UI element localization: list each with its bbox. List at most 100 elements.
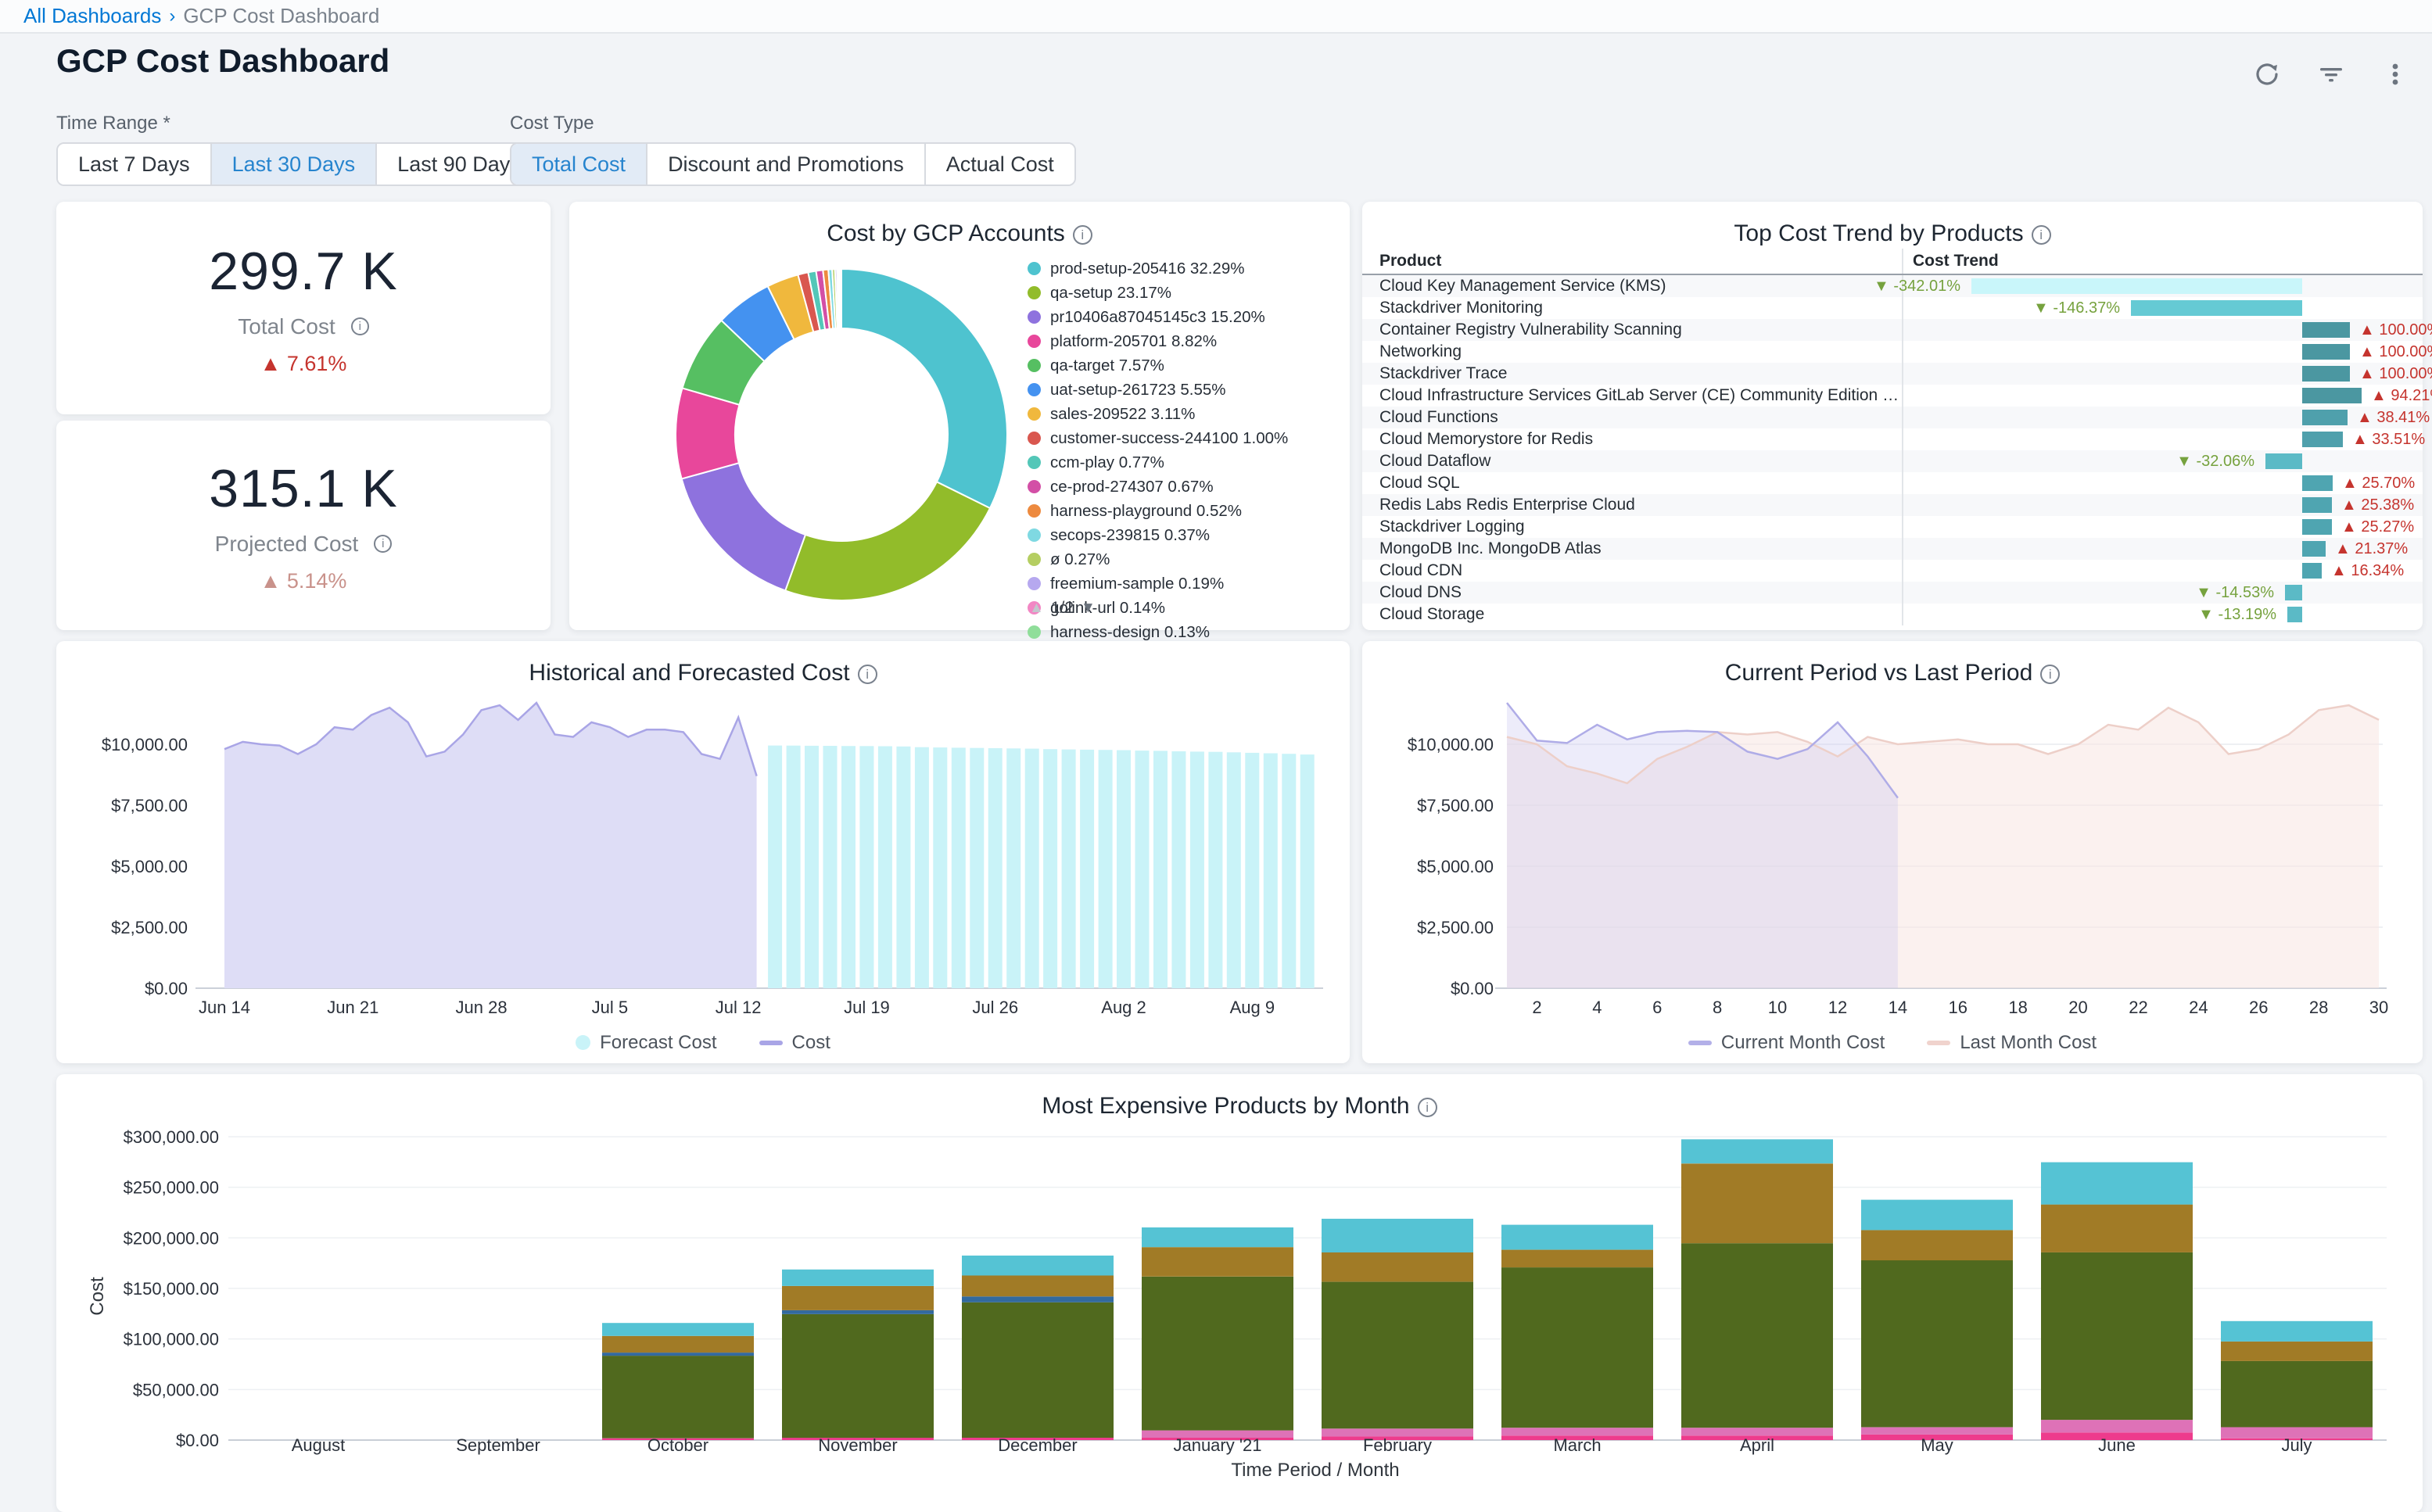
- legend-page-down-icon[interactable]: ▼: [1081, 600, 1096, 617]
- x-axis-tick: 18: [2008, 998, 2027, 1017]
- info-icon[interactable]: i: [2032, 225, 2051, 245]
- stacked-bar-december[interactable]: [962, 1256, 1114, 1440]
- time-range-option-last-7-days[interactable]: Last 7 Days: [58, 144, 212, 185]
- stacked-bar-january-21[interactable]: [1142, 1227, 1293, 1440]
- forecast-bar[interactable]: [1300, 754, 1315, 988]
- stacked-bar-april[interactable]: [1681, 1139, 1833, 1440]
- forecast-bar[interactable]: [896, 747, 910, 988]
- forecast-bar[interactable]: [1006, 748, 1021, 988]
- cost-type-option-actual-cost[interactable]: Actual Cost: [926, 144, 1074, 185]
- forecast-bar[interactable]: [1117, 751, 1131, 989]
- forecast-bar[interactable]: [952, 747, 966, 988]
- bar-segment: [1322, 1282, 1473, 1429]
- forecast-bar[interactable]: [1062, 750, 1076, 988]
- forecast-bar[interactable]: [988, 748, 1003, 988]
- info-icon[interactable]: i: [374, 535, 392, 553]
- legend-page-up-icon[interactable]: ▲: [1029, 600, 1044, 617]
- x-axis-tick: Aug 2: [1101, 998, 1146, 1017]
- legend-item-secops-239815[interactable]: secops-239815 0.37%: [1028, 526, 1340, 544]
- current-vs-last-period-chart: $0.00$2,500.00$5,000.00$7,500.00$10,000.…: [1378, 686, 2407, 1023]
- x-axis-tick: 4: [1592, 998, 1602, 1017]
- stacked-bar-march[interactable]: [1501, 1225, 1653, 1440]
- time-range-option-last-30-days[interactable]: Last 30 Days: [212, 144, 378, 185]
- legend-item-label: ce-prod-274307 0.67%: [1050, 478, 1214, 496]
- refresh-button[interactable]: [2244, 52, 2290, 97]
- info-icon[interactable]: i: [351, 317, 369, 335]
- historical-plot: $0.00$2,500.00$5,000.00$7,500.00$10,000.…: [102, 703, 1323, 1017]
- more-options-button[interactable]: [2373, 52, 2418, 97]
- info-icon[interactable]: i: [1073, 225, 1092, 245]
- donut-slice-pr10406a87045145c3[interactable]: [682, 463, 805, 590]
- legend-item-freemium-sample[interactable]: freemium-sample 0.19%: [1028, 575, 1340, 593]
- legend-item-ccm-play[interactable]: ccm-play 0.77%: [1028, 453, 1340, 471]
- forecast-bar[interactable]: [787, 746, 801, 988]
- stacked-bar-may[interactable]: [1861, 1200, 2013, 1440]
- donut-slice-qa-setup[interactable]: [785, 482, 990, 600]
- stacked-bar-november[interactable]: [782, 1270, 934, 1440]
- filter-button[interactable]: [2308, 52, 2354, 97]
- historical-forecasted-cost-card: Historical and Forecasted Costi $0.00$2,…: [56, 641, 1350, 1063]
- legend-item-ce-prod-274307[interactable]: ce-prod-274307 0.67%: [1028, 478, 1340, 496]
- header-actions: [2244, 52, 2418, 97]
- info-icon[interactable]: i: [858, 665, 877, 684]
- legend-item-pr10406a87045145c3[interactable]: pr10406a87045145c3 15.20%: [1028, 308, 1340, 326]
- legend-current-month-cost[interactable]: Current Month Cost: [1688, 1032, 1885, 1054]
- stacked-bar-june[interactable]: [2041, 1163, 2193, 1440]
- forecast-bar[interactable]: [1282, 754, 1296, 988]
- legend-forecast-cost[interactable]: Forecast Cost: [576, 1032, 716, 1054]
- table-row: Networking▲ 100.00%: [1362, 341, 2423, 363]
- legend-item-customer-success-244100[interactable]: customer-success-244100 1.00%: [1028, 429, 1340, 447]
- forecast-bar[interactable]: [1043, 749, 1057, 988]
- stacked-bar-february[interactable]: [1322, 1219, 1473, 1440]
- legend-item-uat-setup-261723[interactable]: uat-setup-261723 5.55%: [1028, 381, 1340, 399]
- bar-segment: [1681, 1163, 1833, 1243]
- legend-item-ø[interactable]: ø 0.27%: [1028, 550, 1340, 568]
- forecast-bar[interactable]: [1208, 752, 1222, 988]
- forecast-bar[interactable]: [915, 747, 929, 988]
- forecast-bar[interactable]: [805, 746, 819, 988]
- bar-segment: [962, 1302, 1114, 1438]
- forecast-bar[interactable]: [1264, 754, 1278, 989]
- historical-card-title: Historical and Forecasted Costi: [56, 660, 1350, 686]
- forecast-bar[interactable]: [1099, 750, 1113, 988]
- forecast-bar[interactable]: [1245, 753, 1259, 988]
- forecast-bar[interactable]: [1080, 750, 1094, 988]
- legend-item-qa-target[interactable]: qa-target 7.57%: [1028, 357, 1340, 374]
- info-icon[interactable]: i: [2040, 665, 2060, 684]
- forecast-bar[interactable]: [970, 748, 984, 988]
- x-axis-tick: April: [1740, 1435, 1774, 1455]
- forecast-bar[interactable]: [1135, 751, 1150, 988]
- forecast-bar[interactable]: [1025, 749, 1039, 988]
- forecast-bar[interactable]: [768, 746, 782, 988]
- forecast-bar[interactable]: [823, 746, 838, 988]
- forecast-bar[interactable]: [841, 746, 856, 988]
- stacked-bar-july[interactable]: [2221, 1321, 2373, 1440]
- legend-dot-icon: [1028, 407, 1041, 421]
- legend-item-harness-playground[interactable]: harness-playground 0.52%: [1028, 502, 1340, 520]
- bar-segment: [2221, 1361, 2373, 1428]
- legend-cost[interactable]: Cost: [759, 1032, 830, 1054]
- legend-item-harness-design[interactable]: harness-design 0.13%: [1028, 623, 1340, 641]
- legend-line-icon: [1688, 1041, 1712, 1045]
- stacked-bar-october[interactable]: [602, 1323, 754, 1440]
- donut-slice-prod-setup-205416[interactable]: [841, 269, 1007, 508]
- forecast-bar[interactable]: [878, 747, 892, 989]
- forecast-bar[interactable]: [1171, 751, 1186, 988]
- legend-item-qa-setup[interactable]: qa-setup 23.17%: [1028, 284, 1340, 302]
- legend-item-label: sales-209522 3.11%: [1050, 405, 1195, 423]
- forecast-bar[interactable]: [933, 747, 947, 988]
- legend-item-platform-205701[interactable]: platform-205701 8.82%: [1028, 332, 1340, 350]
- cost-type-label: Cost Type: [510, 113, 1076, 134]
- cost-type-option-discount-and-promotions[interactable]: Discount and Promotions: [647, 144, 926, 185]
- legend-last-month-cost[interactable]: Last Month Cost: [1927, 1032, 2097, 1054]
- forecast-bar[interactable]: [1227, 752, 1241, 988]
- breadcrumb-link-all-dashboards[interactable]: All Dashboards: [23, 4, 161, 28]
- trend-value: ▲ 100.00%: [2359, 341, 2432, 363]
- forecast-bar[interactable]: [1153, 751, 1168, 988]
- forecast-bar[interactable]: [859, 746, 873, 988]
- legend-item-sales-209522[interactable]: sales-209522 3.11%: [1028, 405, 1340, 423]
- info-icon[interactable]: i: [1418, 1098, 1437, 1117]
- legend-item-prod-setup-205416[interactable]: prod-setup-205416 32.29%: [1028, 260, 1340, 278]
- cost-type-option-total-cost[interactable]: Total Cost: [511, 144, 647, 185]
- forecast-bar[interactable]: [1190, 751, 1204, 988]
